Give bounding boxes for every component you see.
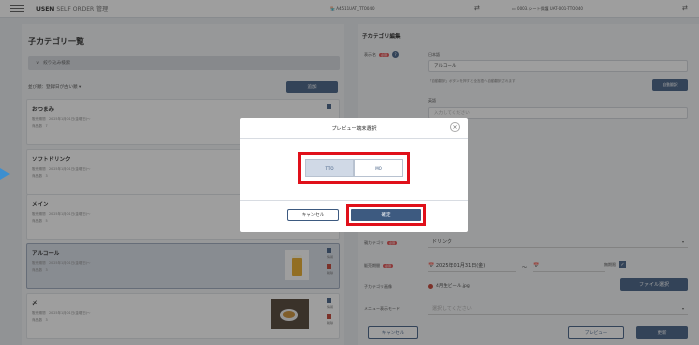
confirm-button[interactable]: 確定 — [351, 209, 421, 221]
dialog-cancel-button[interactable]: キャンセル — [287, 209, 339, 221]
terminal-toggle-highlight: TTO MO — [298, 152, 410, 184]
dialog-title: プレビュー端末選択 — [331, 126, 377, 132]
toggle-mo[interactable]: MO — [354, 159, 403, 177]
toggle-tto[interactable]: TTO — [305, 159, 354, 177]
close-icon[interactable]: × — [450, 122, 460, 132]
preview-terminal-dialog: プレビュー端末選択 × TTO MO キャンセル 確定 — [240, 118, 468, 232]
divider — [240, 138, 468, 139]
divider — [240, 200, 468, 201]
pointer-arrow-icon — [0, 168, 10, 180]
confirm-highlight: 確定 — [346, 204, 426, 226]
